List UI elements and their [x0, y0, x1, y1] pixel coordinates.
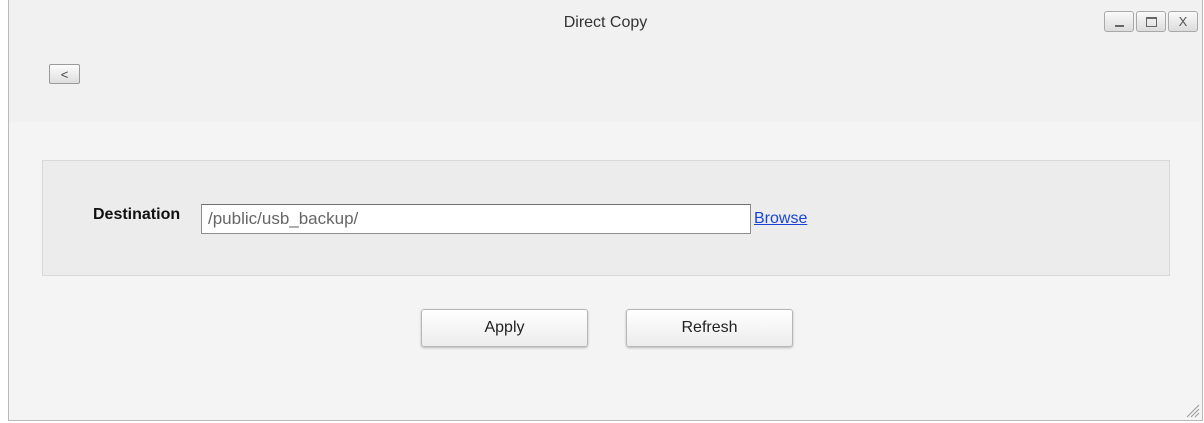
- destination-input[interactable]: [201, 204, 751, 234]
- maximize-icon: [1145, 16, 1157, 27]
- refresh-button[interactable]: Refresh: [626, 309, 793, 347]
- close-button[interactable]: X: [1168, 11, 1198, 32]
- window-controls: X: [1104, 11, 1198, 32]
- destination-label: Destination: [93, 206, 181, 223]
- maximize-button[interactable]: [1136, 11, 1166, 32]
- resize-grip-icon[interactable]: [1184, 402, 1200, 418]
- direct-copy-window: Direct Copy X < Destination Browse Apply…: [8, 0, 1203, 421]
- minimize-icon: [1114, 24, 1124, 27]
- destination-panel: Destination Browse: [42, 160, 1170, 276]
- minimize-button[interactable]: [1104, 11, 1134, 32]
- browse-link[interactable]: Browse: [754, 210, 807, 228]
- close-icon: X: [1178, 14, 1188, 29]
- window-title: Direct Copy: [563, 14, 648, 31]
- back-icon: <: [60, 66, 69, 82]
- apply-button[interactable]: Apply: [421, 309, 588, 347]
- back-button[interactable]: <: [49, 64, 80, 84]
